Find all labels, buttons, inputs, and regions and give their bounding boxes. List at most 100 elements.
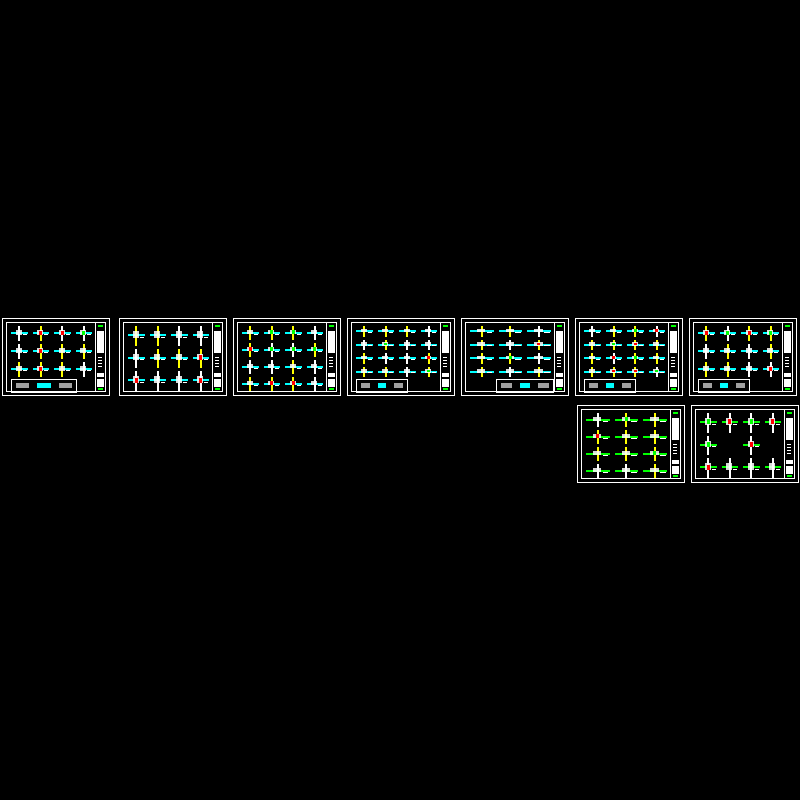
detail-drawing[interactable] <box>605 326 622 337</box>
detail-drawing[interactable] <box>128 326 145 346</box>
detail-drawing[interactable] <box>377 353 394 364</box>
detail-drawing[interactable] <box>306 360 323 374</box>
detail-drawing[interactable] <box>32 344 49 359</box>
detail-drawing[interactable] <box>54 326 71 341</box>
drawing-sheet[interactable] <box>2 318 110 396</box>
detail-drawing[interactable] <box>614 413 639 427</box>
detail-drawing[interactable] <box>470 339 494 350</box>
detail-drawing[interactable] <box>306 377 323 391</box>
detail-drawing[interactable] <box>75 344 92 359</box>
detail-drawing[interactable] <box>721 413 738 433</box>
drawing-sheet[interactable] <box>461 318 569 396</box>
detail-drawing[interactable] <box>584 366 601 377</box>
detail-drawing[interactable] <box>399 353 416 364</box>
detail-drawing[interactable] <box>627 366 644 377</box>
detail-drawing[interactable] <box>171 348 188 369</box>
detail-drawing[interactable] <box>700 435 717 456</box>
detail-drawing[interactable] <box>698 344 715 359</box>
detail-drawing[interactable] <box>11 326 28 341</box>
detail-drawing[interactable] <box>614 464 639 478</box>
detail-drawing[interactable] <box>584 326 601 337</box>
detail-drawing[interactable] <box>614 430 639 444</box>
detail-drawing[interactable] <box>584 339 601 350</box>
detail-drawing[interactable] <box>192 348 209 369</box>
detail-callout-box[interactable] <box>11 379 77 393</box>
detail-drawing[interactable] <box>32 326 49 341</box>
detail-drawing[interactable] <box>377 366 394 377</box>
detail-drawing[interactable] <box>356 326 373 337</box>
detail-drawing[interactable] <box>263 360 280 374</box>
detail-drawing[interactable] <box>762 344 779 359</box>
detail-drawing[interactable] <box>420 353 437 364</box>
detail-drawing[interactable] <box>285 343 302 357</box>
detail-drawing[interactable] <box>306 343 323 357</box>
detail-drawing[interactable] <box>643 464 667 478</box>
detail-drawing[interactable] <box>149 326 166 346</box>
detail-drawing[interactable] <box>498 366 523 377</box>
detail-drawing[interactable] <box>75 326 92 341</box>
detail-drawing[interactable] <box>171 326 188 346</box>
detail-drawing[interactable] <box>741 362 758 377</box>
detail-drawing[interactable] <box>586 430 610 444</box>
detail-drawing[interactable] <box>743 413 760 433</box>
detail-drawing[interactable] <box>741 326 758 341</box>
detail-drawing[interactable] <box>285 377 302 391</box>
detail-drawing[interactable] <box>420 339 437 350</box>
detail-drawing[interactable] <box>719 344 736 359</box>
detail-drawing[interactable] <box>356 366 373 377</box>
detail-callout-box[interactable] <box>496 379 554 393</box>
detail-drawing[interactable] <box>743 458 760 478</box>
detail-drawing[interactable] <box>192 326 209 346</box>
detail-drawing[interactable] <box>171 371 188 391</box>
detail-drawing[interactable] <box>263 343 280 357</box>
drawing-sheet[interactable] <box>233 318 341 396</box>
detail-drawing[interactable] <box>700 413 717 433</box>
detail-drawing[interactable] <box>627 353 644 364</box>
detail-drawing[interactable] <box>698 326 715 341</box>
detail-drawing[interactable] <box>586 447 610 461</box>
detail-drawing[interactable] <box>527 339 551 350</box>
detail-drawing[interactable] <box>242 326 259 340</box>
detail-drawing[interactable] <box>643 430 667 444</box>
detail-drawing[interactable] <box>648 339 665 350</box>
detail-drawing[interactable] <box>605 353 622 364</box>
detail-drawing[interactable] <box>356 339 373 350</box>
detail-drawing[interactable] <box>741 344 758 359</box>
detail-drawing[interactable] <box>648 326 665 337</box>
detail-callout-box[interactable] <box>584 379 636 393</box>
detail-drawing[interactable] <box>54 362 71 377</box>
detail-drawing[interactable] <box>192 371 209 391</box>
detail-drawing[interactable] <box>149 348 166 369</box>
detail-drawing[interactable] <box>470 353 494 364</box>
detail-drawing[interactable] <box>242 343 259 357</box>
detail-drawing[interactable] <box>420 326 437 337</box>
drawing-sheet[interactable] <box>689 318 797 396</box>
detail-drawing[interactable] <box>306 326 323 340</box>
detail-drawing[interactable] <box>764 458 781 478</box>
detail-drawing[interactable] <box>32 362 49 377</box>
detail-drawing[interactable] <box>719 362 736 377</box>
detail-drawing[interactable] <box>700 458 717 478</box>
detail-drawing[interactable] <box>377 339 394 350</box>
detail-drawing[interactable] <box>586 464 610 478</box>
detail-drawing[interactable] <box>762 326 779 341</box>
detail-drawing[interactable] <box>648 366 665 377</box>
detail-drawing[interactable] <box>75 362 92 377</box>
drawing-sheet[interactable] <box>691 405 799 483</box>
detail-drawing[interactable] <box>527 353 551 364</box>
detail-drawing[interactable] <box>762 362 779 377</box>
detail-drawing[interactable] <box>149 371 166 391</box>
detail-drawing[interactable] <box>721 458 738 478</box>
detail-drawing[interactable] <box>420 366 437 377</box>
detail-drawing[interactable] <box>470 326 494 337</box>
detail-drawing[interactable] <box>377 326 394 337</box>
detail-callout-box[interactable] <box>356 379 408 393</box>
detail-drawing[interactable] <box>470 366 494 377</box>
detail-drawing[interactable] <box>285 326 302 340</box>
detail-drawing[interactable] <box>627 339 644 350</box>
drawing-sheet[interactable] <box>347 318 455 396</box>
detail-drawing[interactable] <box>263 377 280 391</box>
detail-drawing[interactable] <box>11 344 28 359</box>
detail-drawing[interactable] <box>498 353 523 364</box>
detail-drawing[interactable] <box>527 366 551 377</box>
